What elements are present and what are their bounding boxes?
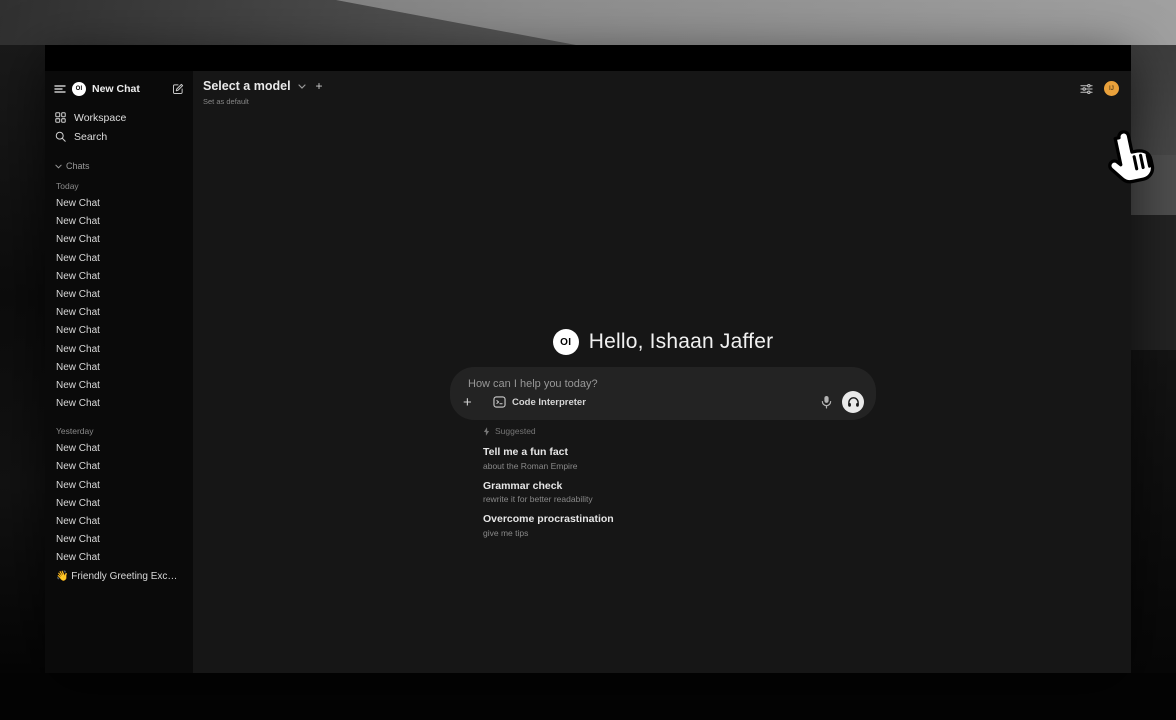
sidebar-item-search[interactable]: Search [45,127,193,146]
suggested-prompt[interactable]: Tell me a fun fact about the Roman Empir… [483,446,876,471]
attach-plus-button[interactable]: + [463,395,479,410]
hand-cursor [1094,120,1168,194]
sidebar-item-label: Search [74,131,107,143]
chat-list-yesterday: New Chat New Chat New Chat New Chat New … [45,440,193,586]
app-logo: OI [72,82,86,96]
headphones-icon [847,396,860,408]
user-avatar[interactable]: IJ [1104,81,1119,96]
suggested-prompt-title: Overcome procrastination [483,513,876,525]
chat-item[interactable]: New Chat [45,341,193,359]
chat-group-label-today: Today [45,181,193,192]
main-content: Select a model + Set as default [193,71,1131,673]
model-selector[interactable]: Select a model + [203,79,323,93]
new-chat-icon[interactable] [172,83,184,95]
chat-input-toolbar: + Code Interpreter [463,391,864,413]
code-interpreter-icon [493,396,506,408]
bolt-icon [483,427,490,436]
suggested-header: Suggested [483,425,876,437]
suggested-prompt-subtitle: about the Roman Empire [483,461,876,471]
greeting: OI Hello, Ishaan Jaffer [450,329,876,355]
sidebar-nav: Workspace Search [45,108,193,146]
chat-item[interactable]: New Chat [45,495,193,513]
set-as-default-link[interactable]: Set as default [203,97,323,106]
chat-item[interactable]: 👋 Friendly Greeting Exchange [45,568,193,586]
desktop-wallpaper-left [0,45,45,673]
chat-item[interactable]: New Chat [45,250,193,268]
desktop: { "sidebar": { "app_name": "New Chat", "… [0,0,1176,720]
model-selector-block: Select a model + Set as default [203,79,323,106]
chat-item[interactable]: New Chat [45,359,193,377]
app-logo: OI [553,329,579,355]
sidebar-toggle-icon[interactable] [54,84,66,94]
chat-item[interactable]: New Chat [45,213,193,231]
suggested-prompt[interactable]: Grammar check rewrite it for better read… [483,480,876,505]
suggested-label: Suggested [495,426,536,436]
code-interpreter-label: Code Interpreter [512,397,586,408]
chat-item[interactable]: New Chat [45,322,193,340]
sidebar-header: OI New Chat [45,78,193,100]
suggested-list: Tell me a fun fact about the Roman Empir… [483,446,876,538]
greeting-text: Hello, Ishaan Jaffer [589,330,774,354]
chat-item[interactable]: New Chat [45,377,193,395]
suggested-section: Suggested Tell me a fun fact about the R… [450,425,876,538]
suggested-prompt-title: Tell me a fun fact [483,446,876,458]
main-header: Select a model + Set as default [193,71,1131,106]
microphone-icon[interactable] [821,395,832,409]
app-window: OI New Chat Worksp [45,45,1131,673]
chat-input-placeholder: How can I help you today? [468,378,598,390]
chat-item[interactable]: New Chat [45,458,193,476]
chats-section-label: Chats [66,161,90,171]
sidebar: OI New Chat Worksp [45,71,193,673]
voice-call-button[interactable] [842,391,864,413]
header-actions: IJ [1080,79,1119,96]
sidebar-item-workspace[interactable]: Workspace [45,108,193,127]
chat-item[interactable]: New Chat [45,231,193,249]
chevron-down-icon [298,84,306,89]
chat-item[interactable]: New Chat [45,513,193,531]
chats-section-header[interactable]: Chats [45,160,193,172]
suggested-prompt-title: Grammar check [483,480,876,492]
suggested-prompt[interactable]: Overcome procrastination give me tips [483,513,876,538]
desktop-wallpaper-right [1131,350,1176,673]
chat-item[interactable]: New Chat [45,395,193,413]
welcome-area: OI Hello, Ishaan Jaffer How can I help y… [450,329,876,538]
suggested-prompt-subtitle: give me tips [483,528,876,538]
suggested-prompt-subtitle: rewrite it for better readability [483,494,876,504]
chat-list-today: New Chat New Chat New Chat New Chat New … [45,195,193,413]
chat-item[interactable]: New Chat [45,549,193,567]
chat-item[interactable]: New Chat [45,304,193,322]
code-interpreter-toggle[interactable]: Code Interpreter [493,396,586,408]
chat-item[interactable]: New Chat [45,531,193,549]
chat-item[interactable]: New Chat [45,477,193,495]
sidebar-app-title: New Chat [92,83,166,95]
sidebar-item-label: Workspace [74,112,126,124]
chat-item[interactable]: New Chat [45,195,193,213]
add-model-button[interactable]: + [316,80,323,92]
chat-item[interactable]: New Chat [45,440,193,458]
desktop-wallpaper-right [1131,215,1176,350]
chat-group-label-yesterday: Yesterday [45,426,193,437]
chat-item[interactable]: New Chat [45,268,193,286]
model-selector-label: Select a model [203,79,291,93]
app-body: OI New Chat Worksp [45,71,1131,673]
settings-sliders-icon[interactable] [1080,83,1093,95]
chat-input-box[interactable]: How can I help you today? + Code Interpr… [450,367,876,420]
chevron-down-icon [55,164,62,169]
chat-item[interactable]: New Chat [45,286,193,304]
window-titlebar [45,45,1131,71]
